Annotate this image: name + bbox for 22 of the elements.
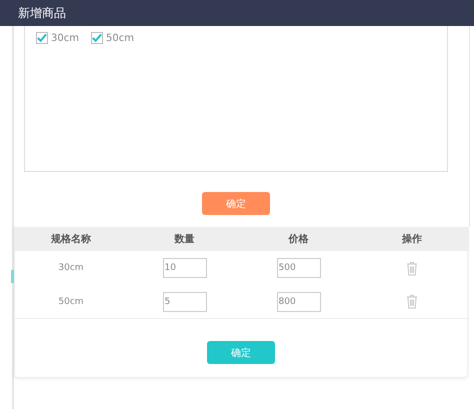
quantity-input[interactable]: 5 — [162, 292, 206, 312]
column-header: 价格 — [242, 227, 355, 251]
option-label: 50cm — [106, 32, 134, 44]
checkmark-icon — [37, 33, 47, 43]
trash-icon[interactable] — [406, 294, 418, 309]
price-input[interactable]: 800 — [276, 292, 320, 312]
confirm-button[interactable]: 确定 — [207, 341, 275, 364]
table-cell: 30cm — [58, 263, 84, 273]
column-header: 数量 — [127, 227, 242, 251]
table-cell: 50cm — [58, 296, 84, 306]
trash-icon[interactable] — [406, 260, 418, 276]
confirm-button[interactable]: 确定 — [202, 192, 270, 215]
column-header: 规格名称 — [15, 227, 127, 251]
option-label: 30cm — [51, 32, 79, 44]
checkbox[interactable] — [90, 32, 103, 44]
column-header: 操作 — [355, 227, 469, 251]
price-input[interactable]: 500 — [276, 258, 320, 278]
window-title: 新增商品 — [0, 0, 474, 26]
checkmark-icon — [92, 33, 102, 43]
tab-marker — [11, 270, 14, 283]
quantity-input[interactable]: 10 — [162, 258, 206, 278]
checkbox[interactable] — [36, 32, 48, 44]
